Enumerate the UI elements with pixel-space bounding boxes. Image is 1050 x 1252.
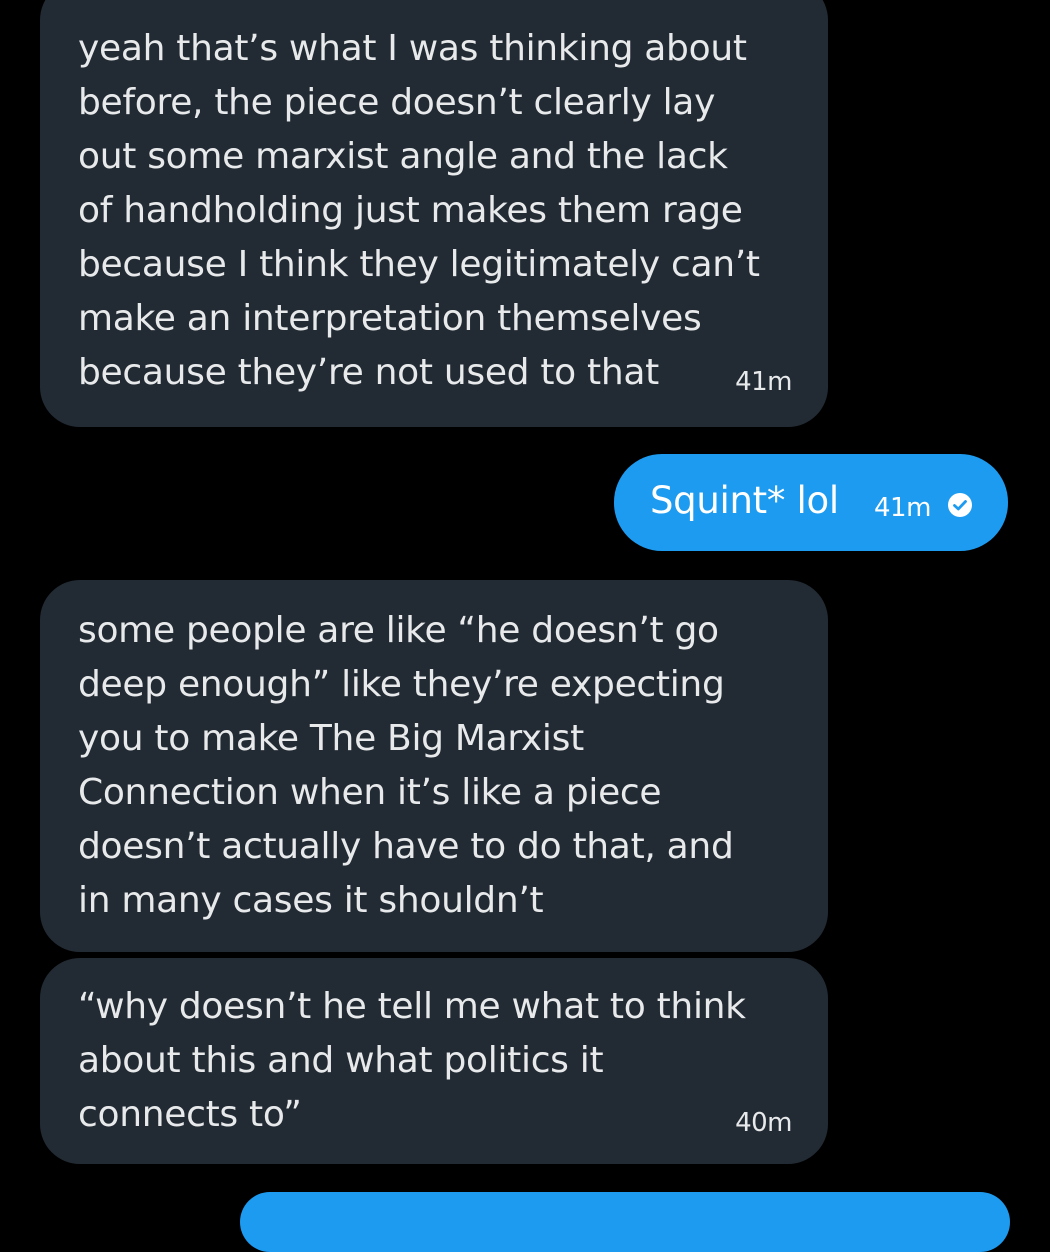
check-circle-icon xyxy=(948,493,972,517)
message-text: yeah that’s what I was thinking about be… xyxy=(78,28,760,393)
message-text: some people are like “he doesn’t go deep… xyxy=(78,610,734,921)
message-timestamp: 40m xyxy=(735,1108,792,1138)
sent-message-bubble[interactable]: Squint* lol 41m xyxy=(614,454,1008,551)
message-timestamp: 41m xyxy=(735,367,792,397)
message-timestamp: 41m xyxy=(874,493,931,523)
message-text: Squint* lol xyxy=(650,479,839,522)
received-message-bubble[interactable]: yeah that’s what I was thinking about be… xyxy=(40,0,828,427)
message-text: “why doesn’t he tell me what to think ab… xyxy=(78,986,746,1135)
received-message-bubble[interactable]: some people are like “he doesn’t go deep… xyxy=(40,580,828,952)
sent-message-bubble[interactable] xyxy=(240,1192,1010,1252)
received-message-bubble[interactable]: “why doesn’t he tell me what to think ab… xyxy=(40,958,828,1164)
